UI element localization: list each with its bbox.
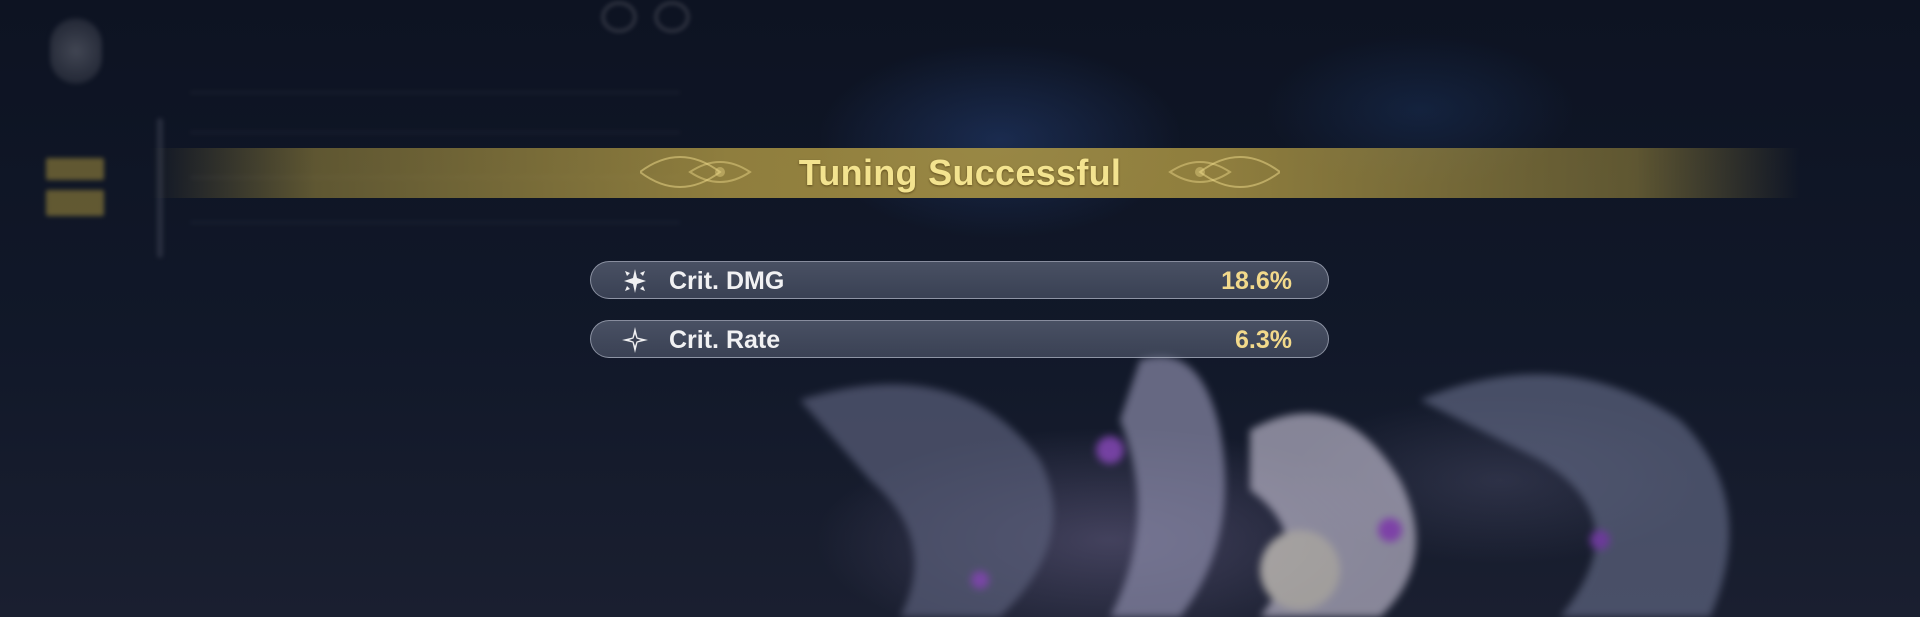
stat-label: Crit. DMG <box>669 267 785 295</box>
crit-rate-icon <box>622 327 648 353</box>
background-emblem-icon <box>50 18 102 84</box>
stat-value: 6.3% <box>1235 326 1292 354</box>
crit-dmg-icon <box>624 269 646 293</box>
background-stat-row <box>190 100 680 133</box>
stat-label: Crit. Rate <box>669 326 781 354</box>
background-lock-icon <box>602 2 636 32</box>
background-stat-row <box>190 60 680 93</box>
page-title: Tuning Successful <box>798 152 1122 193</box>
background-creature-art <box>800 356 1730 617</box>
stat-row-crit-dmg: Crit. DMG 18.6% <box>590 261 1329 299</box>
tuning-result-overlay[interactable]: ​ Tuning Successful <box>0 0 1920 617</box>
background-info-icon <box>655 2 689 32</box>
stat-value: 18.6% <box>1221 267 1292 295</box>
stat-row-crit-rate: Crit. Rate 6.3% <box>590 320 1329 358</box>
